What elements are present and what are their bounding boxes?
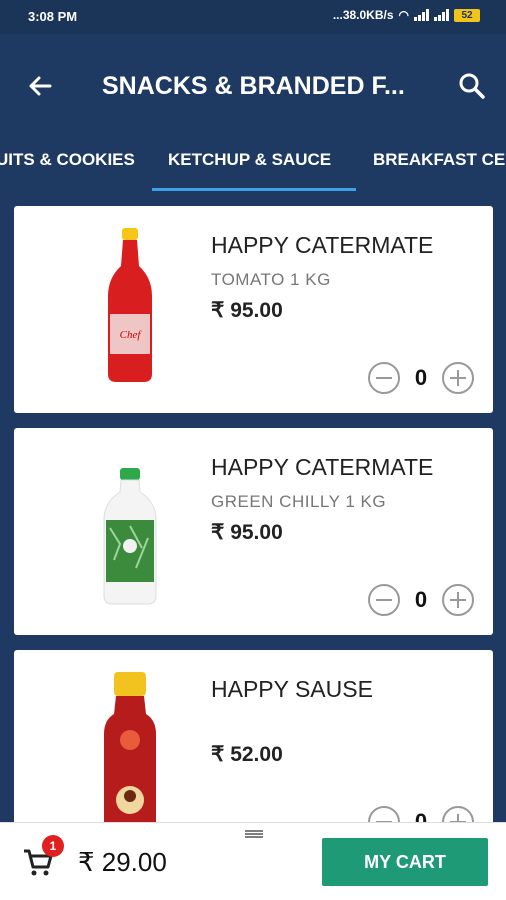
product-card[interactable]: Chef HAPPY CATERMATE TOMATO 1 KG ₹ 95.00…: [14, 206, 493, 413]
status-bar: 3:08 PM ...38.0KB/s ◠ 52: [0, 0, 506, 34]
tab-breakfast-cereals[interactable]: BREAKFAST CE: [373, 150, 505, 170]
status-time: 3:08 PM: [28, 9, 78, 24]
quantity-stepper: 0: [366, 360, 476, 396]
plus-circle-icon[interactable]: [440, 582, 476, 618]
drag-handle-icon[interactable]: [244, 829, 264, 839]
svg-text:Chef: Chef: [120, 329, 143, 341]
green-chilly-bottle-image: [103, 468, 157, 605]
product-price: ₹ 95.00: [211, 521, 283, 544]
cart-total: ₹ 29.00: [78, 847, 167, 877]
product-list: Chef HAPPY CATERMATE TOMATO 1 KG ₹ 95.00…: [0, 194, 506, 822]
tab-biscuits-cookies[interactable]: UITS & COOKIES: [0, 150, 135, 170]
arrow-left-icon[interactable]: [24, 70, 56, 102]
minus-circle-icon[interactable]: [366, 582, 402, 618]
quantity-stepper: 0: [366, 582, 476, 618]
product-card[interactable]: HAPPY SAUSE ₹ 52.00 0: [14, 650, 493, 822]
product-variant: TOMATO 1 KG: [211, 270, 331, 289]
quantity-value: 0: [414, 809, 428, 822]
battery-icon: 52: [454, 8, 480, 22]
quantity-value: 0: [414, 365, 428, 390]
page-title: SNACKS & BRANDED F...: [102, 72, 405, 100]
tab-ketchup-sauce[interactable]: KETCHUP & SAUCE: [168, 150, 331, 170]
product-variant: GREEN CHILLY 1 KG: [211, 492, 387, 511]
headphones-icon: ◠: [398, 8, 409, 22]
signal-icon-2: [434, 9, 449, 21]
product-price: ₹ 52.00: [211, 743, 283, 766]
product-price: ₹ 95.00: [211, 299, 283, 322]
bottom-cart-bar: 1 ₹ 29.00 MY CART: [0, 822, 506, 900]
sauce-bottle-image: [104, 672, 156, 822]
network-speed: ...38.0KB/s: [332, 8, 394, 22]
search-icon[interactable]: [456, 70, 488, 102]
quantity-value: 0: [414, 587, 428, 612]
ketchup-bottle-image: Chef: [108, 228, 152, 382]
product-brand: HAPPY CATERMATE: [211, 232, 434, 258]
quantity-stepper: 0: [366, 804, 476, 822]
product-brand: HAPPY SAUSE: [211, 676, 373, 702]
tab-indicator: [152, 188, 356, 191]
my-cart-button[interactable]: MY CART: [322, 838, 488, 886]
product-card[interactable]: HAPPY CATERMATE GREEN CHILLY 1 KG ₹ 95.0…: [14, 428, 493, 635]
plus-circle-icon[interactable]: [440, 360, 476, 396]
product-brand: HAPPY CATERMATE: [211, 454, 434, 480]
minus-circle-icon[interactable]: [366, 360, 402, 396]
cart-count-badge: 1: [42, 835, 64, 857]
app-bar: SNACKS & BRANDED F...: [0, 34, 506, 138]
signal-icon: [414, 9, 429, 21]
minus-circle-icon[interactable]: [366, 804, 402, 822]
status-indicators: ...38.0KB/s ◠ 52: [333, 8, 480, 22]
plus-circle-icon[interactable]: [440, 804, 476, 822]
category-tabs: UITS & COOKIES KETCHUP & SAUCE BREAKFAST…: [0, 138, 506, 194]
